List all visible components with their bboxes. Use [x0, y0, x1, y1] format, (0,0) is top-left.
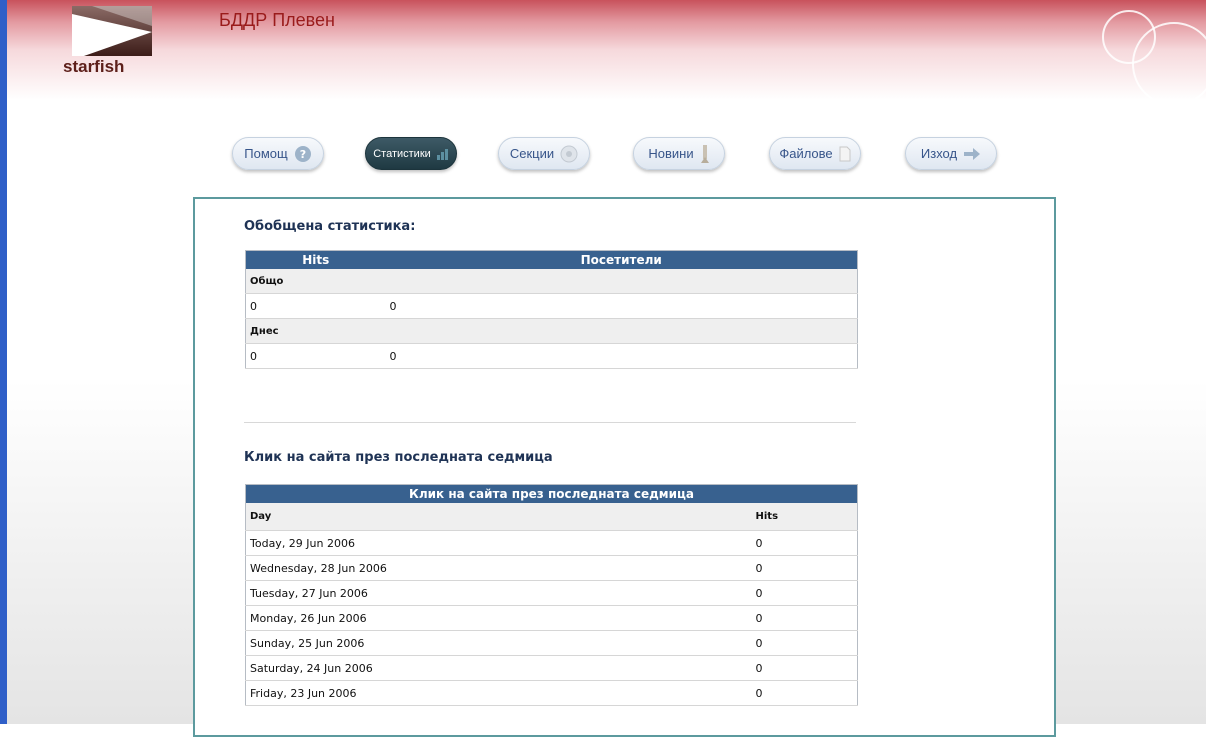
arrow-right-icon — [963, 147, 981, 160]
section-divider — [244, 422, 856, 423]
day-cell: Today, 29 Jun 2006 — [245, 530, 752, 556]
window-left-edge — [0, 0, 7, 724]
summary-table: Hits Посетители Общо 0 0 Днес 0 0 — [245, 250, 858, 369]
help-label: Помощ — [244, 146, 288, 161]
header-bubble — [1132, 22, 1206, 106]
content-panel: Обобщена статистика: Hits Посетители Общ… — [193, 197, 1056, 737]
weekly-table-title: Клик на сайта през последната седмица — [245, 484, 858, 503]
stats-label: Статистики — [373, 147, 431, 160]
table-row: 0 0 — [245, 343, 858, 369]
site-title: БДДР Плевен — [219, 10, 335, 30]
day-cell: Friday, 23 Jun 2006 — [245, 680, 752, 706]
table-row: Friday, 23 Jun 2006 0 — [245, 680, 858, 706]
help-icon: ? — [294, 145, 312, 163]
bar-chart-icon — [436, 148, 449, 160]
table-row: Sunday, 25 Jun 2006 0 — [245, 630, 858, 656]
logout-label: Изход — [920, 146, 958, 161]
header-banner — [7, 0, 1206, 106]
news-button[interactable]: Новини — [633, 137, 725, 170]
hits-cell: 0 — [751, 655, 858, 681]
today-visitors-value: 0 — [385, 343, 858, 369]
file-icon — [839, 146, 851, 162]
hits-cell: 0 — [751, 530, 858, 556]
hits-column-header: Hits — [245, 250, 386, 269]
today-row-label: Днес — [245, 318, 858, 344]
hits-cell: 0 — [751, 580, 858, 606]
total-row-label: Общо — [245, 269, 858, 294]
files-button[interactable]: Файлове — [769, 137, 861, 170]
help-button[interactable]: Помощ ? — [232, 137, 324, 170]
summary-heading: Обобщена статистика: — [244, 219, 416, 234]
total-visitors-value: 0 — [385, 293, 858, 319]
stats-button[interactable]: Статистики — [365, 137, 457, 170]
hits-cell: 0 — [751, 555, 858, 581]
weekly-heading: Клик на сайта през последната седмица — [244, 450, 553, 465]
total-hits-value: 0 — [245, 293, 386, 319]
day-column-header: Day — [245, 503, 752, 531]
table-row: Tuesday, 27 Jun 2006 0 — [245, 580, 858, 606]
table-row: 0 0 — [245, 293, 858, 319]
sections-icon — [560, 145, 578, 163]
table-row: Saturday, 24 Jun 2006 0 — [245, 655, 858, 681]
table-row: Wednesday, 28 Jun 2006 0 — [245, 555, 858, 581]
weekly-table: Клик на сайта през последната седмица Da… — [245, 484, 859, 706]
starfish-logo[interactable] — [72, 6, 152, 56]
day-cell: Saturday, 24 Jun 2006 — [245, 655, 752, 681]
day-cell: Tuesday, 27 Jun 2006 — [245, 580, 752, 606]
today-hits-value: 0 — [245, 343, 386, 369]
sections-button[interactable]: Секции — [498, 137, 590, 170]
news-icon — [700, 144, 710, 164]
table-row: Today, 29 Jun 2006 0 — [245, 530, 858, 556]
sections-label: Секции — [509, 146, 555, 161]
day-cell: Wednesday, 28 Jun 2006 — [245, 555, 752, 581]
logout-button[interactable]: Изход — [905, 137, 997, 170]
hits-cell: 0 — [751, 680, 858, 706]
hits-cell: 0 — [751, 630, 858, 656]
svg-text:?: ? — [300, 148, 306, 161]
files-label: Файлове — [779, 146, 833, 161]
table-row: Monday, 26 Jun 2006 0 — [245, 605, 858, 631]
day-cell: Sunday, 25 Jun 2006 — [245, 630, 752, 656]
logo-text: starfish — [63, 57, 125, 76]
hits-column-header: Hits — [751, 503, 858, 531]
news-label: Новини — [648, 146, 694, 161]
visitors-column-header: Посетители — [385, 250, 858, 269]
hits-cell: 0 — [751, 605, 858, 631]
day-cell: Monday, 26 Jun 2006 — [245, 605, 752, 631]
